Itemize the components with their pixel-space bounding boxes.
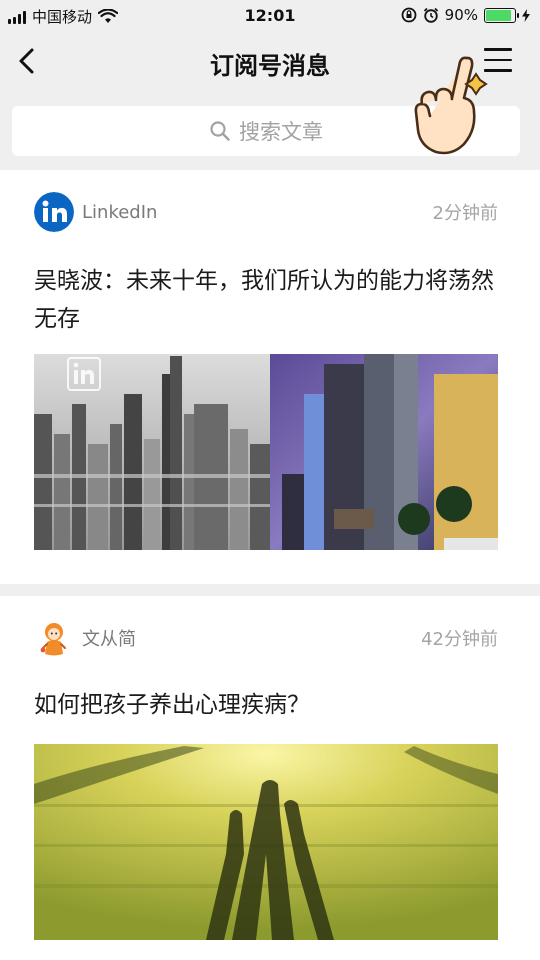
card-divider xyxy=(0,584,540,596)
alarm-icon xyxy=(423,7,438,23)
menu-button[interactable] xyxy=(484,48,512,74)
status-bar: 中国移动 12:01 90% xyxy=(0,0,540,32)
article-card[interactable]: 文从简 42分钟前 如何把孩子养出心理疾病？ xyxy=(0,596,540,960)
linkedin-logo-icon xyxy=(34,192,74,232)
article-card[interactable]: LinkedIn 2分钟前 吴晓波：未来十年，我们所认为的能力将荡然无存 xyxy=(0,170,540,584)
battery-fill xyxy=(486,9,512,21)
article-title: 如何把孩子养出心理疾病？ xyxy=(34,692,310,718)
article-time: 42分钟前 xyxy=(421,629,498,650)
pointing-hand-icon xyxy=(414,56,488,155)
battery-percent: 90% xyxy=(444,6,478,24)
chevron-left-icon xyxy=(19,48,34,74)
menu-line xyxy=(484,69,512,72)
account-name: LinkedIn xyxy=(82,201,158,223)
article-cover-image xyxy=(34,744,498,940)
cartoon-avatar-icon xyxy=(34,618,74,658)
family-shadows-on-grass-photo xyxy=(34,744,498,940)
battery-icon xyxy=(484,7,519,23)
article-header: 文从简 42分钟前 xyxy=(34,618,498,658)
back-button[interactable] xyxy=(14,46,44,76)
search-icon xyxy=(210,121,230,141)
search-placeholder: 搜索文章 xyxy=(239,120,323,144)
status-right: 90% xyxy=(401,6,530,24)
orientation-lock-icon xyxy=(401,7,417,23)
article-cover-image xyxy=(34,354,498,550)
article-time: 2分钟前 xyxy=(432,203,498,224)
subscription-messages-screen: 中国移动 12:01 90% 订阅号消息 搜索文章 LinkedIn 2分钟前 … xyxy=(0,0,540,960)
hamburger-menu-icon xyxy=(484,48,512,51)
account-name: 文从简 xyxy=(82,629,136,650)
article-header: LinkedIn 2分钟前 xyxy=(34,192,498,232)
menu-line xyxy=(484,58,512,61)
charging-bolt-icon xyxy=(522,8,530,22)
city-skyline-photo xyxy=(34,354,498,550)
article-title: 吴晓波：未来十年，我们所认为的能力将荡然无存 xyxy=(34,268,494,332)
